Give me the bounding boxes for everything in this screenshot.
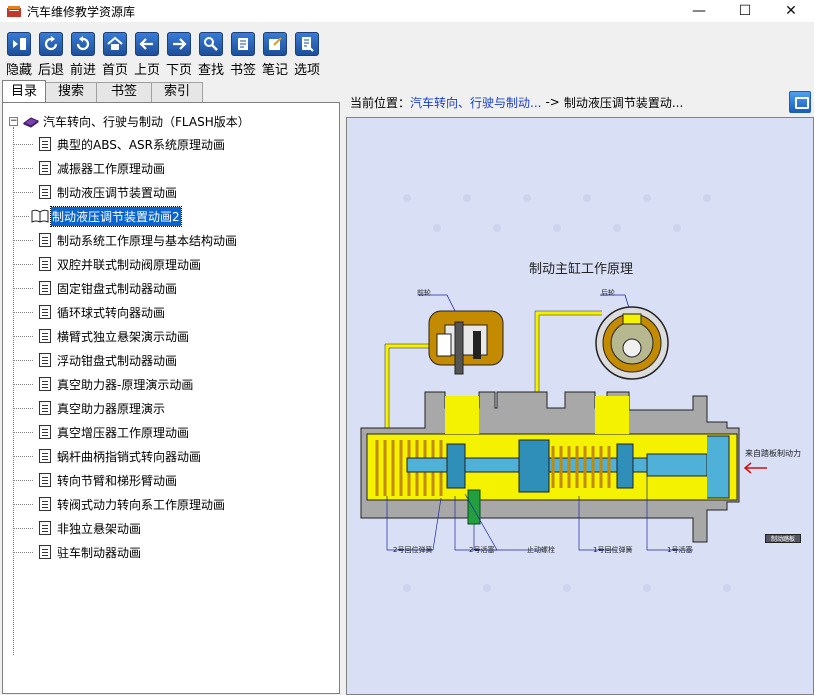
document-icon (39, 521, 51, 535)
tree-item[interactable]: 固定钳盘式制动器动画 (13, 278, 177, 298)
tree-item[interactable]: 减振器工作原理动画 (13, 158, 165, 178)
location-link[interactable]: 汽车转向、行驶与制动... (410, 94, 541, 111)
forward-button[interactable]: 前进 (67, 26, 99, 78)
search-icon (199, 32, 223, 56)
callout-stop-bolt: 止动螺栓 (527, 546, 555, 554)
tree-root-label: 汽车转向、行驶与制动（FLASH版本） (43, 114, 250, 129)
tree-item[interactable]: 制动液压调节装置动画 (13, 182, 177, 202)
note-button[interactable]: 笔记 (259, 26, 291, 78)
pedal-force-label: 来自踏板制动力 (745, 449, 801, 458)
minimize-button[interactable]: — (676, 0, 722, 22)
document-icon (39, 281, 51, 295)
tree-item[interactable]: 横臂式独立悬架演示动画 (13, 326, 189, 346)
tree-item[interactable]: 循环球式转向器动画 (13, 302, 165, 322)
contents-tree: − 汽车转向、行驶与制动（FLASH版本） 典型的ABS、ASR系统原理动画 减… (2, 102, 340, 694)
front-wheel-label: 前轮 (417, 289, 431, 297)
home-icon (103, 32, 127, 56)
callout-piston-1: 1号活塞 (667, 546, 693, 554)
content-frame: 制动主缸工作原理 前轮 后轮 来自踏板制动力 2号回位弹簧 2号活塞 止动螺栓 … (346, 117, 814, 695)
back-button[interactable]: 后退 (35, 26, 67, 78)
tree-item[interactable]: 双腔并联式制动阀原理动画 (13, 254, 201, 274)
callout-return-spring-1: 1号回位弹簧 (593, 546, 633, 554)
document-icon (39, 161, 51, 175)
tree-root[interactable]: − 汽车转向、行驶与制动（FLASH版本） (9, 112, 250, 130)
panel-splitter[interactable] (340, 84, 344, 695)
document-icon (39, 257, 51, 271)
close-button[interactable]: ✕ (768, 0, 814, 22)
tab-bookmarks[interactable]: 书签 (96, 82, 153, 102)
tree-item[interactable]: 典型的ABS、ASR系统原理动画 (13, 134, 225, 154)
hide-button[interactable]: 隐藏 (3, 26, 35, 78)
document-icon (39, 449, 51, 463)
book-icon (23, 117, 39, 128)
document-icon (39, 473, 51, 487)
tree-item[interactable]: 制动系统工作原理与基本结构动画 (13, 230, 237, 250)
fullscreen-icon[interactable] (789, 91, 811, 113)
callout-return-spring-2: 2号回位弹簧 (393, 546, 433, 554)
app-icon (7, 5, 21, 17)
stop-bolt (467, 489, 481, 525)
master-cylinder-diagram (360, 194, 767, 592)
note-icon (263, 32, 287, 56)
window-title: 汽车维修教学资源库 (27, 4, 136, 19)
document-icon (39, 305, 51, 319)
collapse-icon[interactable]: − (9, 116, 18, 126)
open-book-icon (31, 209, 49, 223)
front-caliper (428, 310, 504, 375)
options-icon (295, 32, 319, 56)
tree-item[interactable]: 非独立悬架动画 (13, 518, 141, 538)
prev-page-button[interactable]: 上页 (131, 26, 163, 78)
tree-item[interactable]: 蜗杆曲柄指销式转向器动画 (13, 446, 201, 466)
tree-item[interactable]: 真空增压器工作原理动画 (13, 422, 189, 442)
maximize-button[interactable]: ☐ (722, 0, 768, 22)
document-icon (39, 401, 51, 415)
tree-item[interactable]: 真空助力器-原理演示动画 (13, 374, 193, 394)
tree-item-selected[interactable]: 制动液压调节装置动画2 (13, 205, 182, 227)
search-button[interactable]: 查找 (195, 26, 227, 78)
document-icon (39, 497, 51, 511)
bookmark-button[interactable]: 书签 (227, 26, 259, 78)
document-icon (39, 233, 51, 247)
document-icon (39, 377, 51, 391)
title-bar: 汽车维修教学资源库 — ☐ ✕ (0, 0, 814, 22)
document-icon (39, 137, 51, 151)
tab-search[interactable]: 搜索 (45, 82, 98, 102)
tree-item[interactable]: 驻车制动器动画 (13, 542, 141, 562)
back-icon (39, 32, 63, 56)
nav-tabs: 目录 搜索 书签 索引 (2, 80, 204, 102)
hide-icon (7, 32, 31, 56)
tree-item[interactable]: 真空助力器原理演示 (13, 398, 165, 418)
tree-item[interactable]: 转向节臂和梯形臂动画 (13, 470, 177, 490)
brake-pedal-button[interactable]: 制动踏板 (765, 534, 801, 543)
next-page-icon (167, 32, 191, 56)
options-button[interactable]: 选项 (291, 26, 323, 78)
rear-wheel-label: 后轮 (601, 289, 615, 297)
tab-contents[interactable]: 目录 (2, 80, 47, 102)
document-icon (39, 353, 51, 367)
tree-item[interactable]: 转阀式动力转向系工作原理动画 (13, 494, 225, 514)
toolbar: 隐藏 后退 前进 首页 上页 下页 查找 书签 笔记 选项 (0, 26, 814, 80)
bookmark-icon (231, 32, 255, 56)
tree-item[interactable]: 浮动钳盘式制动器动画 (13, 350, 177, 370)
rear-drum (595, 306, 669, 380)
document-icon (39, 185, 51, 199)
forward-icon (71, 32, 95, 56)
callout-piston-2: 2号活塞 (469, 546, 495, 554)
location-bar: 当前位置： 汽车转向、行驶与制动... -> 制动液压调节装置动... (344, 88, 814, 116)
document-icon (39, 545, 51, 559)
document-icon (39, 425, 51, 439)
home-button[interactable]: 首页 (99, 26, 131, 78)
next-page-button[interactable]: 下页 (163, 26, 195, 78)
location-current: 制动液压调节装置动... (563, 95, 684, 110)
prev-page-icon (135, 32, 159, 56)
document-icon (39, 329, 51, 343)
tab-index[interactable]: 索引 (151, 82, 204, 102)
